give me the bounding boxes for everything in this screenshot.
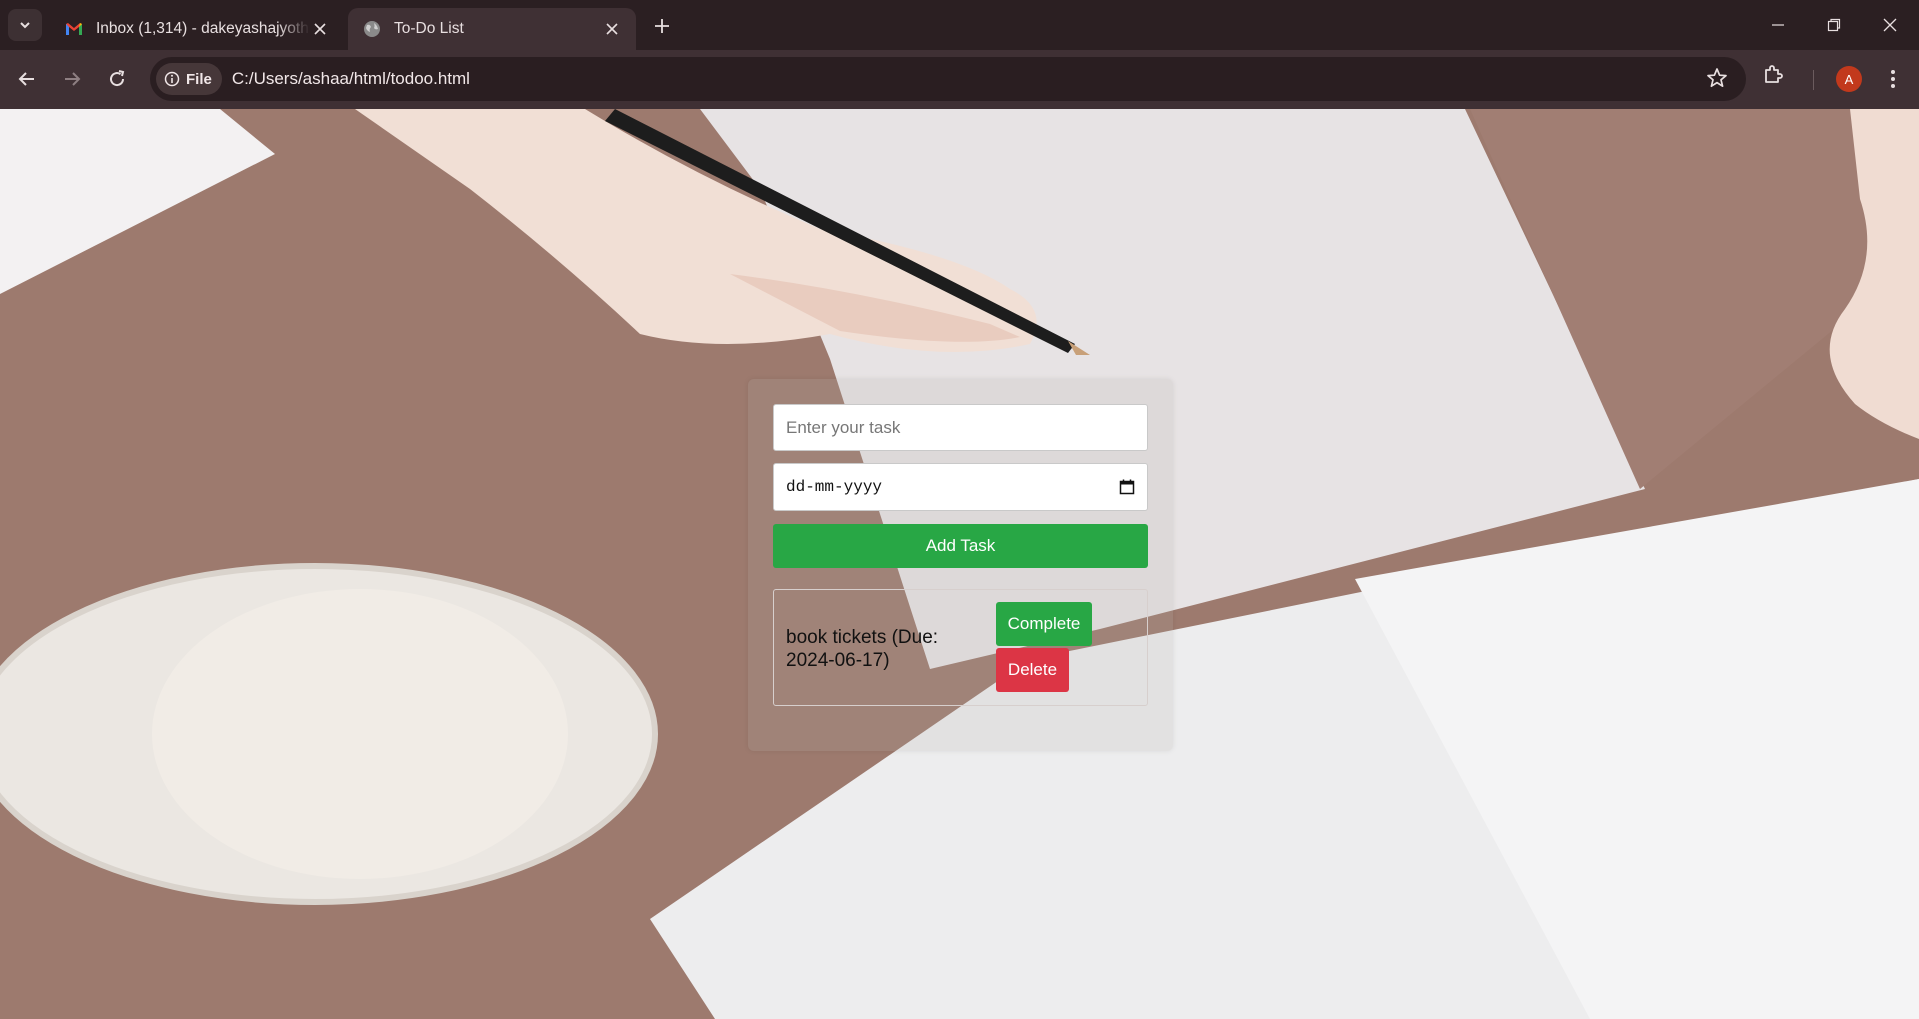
page-viewport: dd-mm-yyyy Add Task book tickets (Due: 2… (0, 109, 1919, 1019)
complete-button[interactable]: Complete (996, 602, 1092, 646)
globe-icon (362, 19, 382, 39)
window-close-button[interactable] (1862, 0, 1918, 50)
forward-button[interactable] (55, 62, 89, 96)
tab-gmail-inbox[interactable]: Inbox (1,314) - dakeyashajyothi... (50, 8, 344, 50)
new-tab-button[interactable] (648, 12, 676, 40)
extensions-puzzle-icon[interactable] (1762, 62, 1786, 91)
site-info-chip[interactable]: File (156, 63, 222, 95)
add-task-button[interactable]: Add Task (773, 524, 1148, 568)
task-text: book tickets (Due: 2024-06-17) (786, 627, 939, 671)
close-icon (1883, 18, 1897, 32)
tab-todo-list[interactable]: To-Do List (348, 8, 636, 50)
tab-title: To-Do List (394, 20, 464, 37)
delete-button[interactable]: Delete (996, 648, 1069, 692)
url-text[interactable]: C:/Users/ashaa/html/todoo.html (232, 69, 470, 89)
plus-icon (655, 19, 669, 33)
scheme-label: File (186, 70, 212, 88)
back-button[interactable] (10, 62, 44, 96)
kebab-menu-icon[interactable] (1880, 66, 1906, 92)
calendar-icon[interactable] (1119, 479, 1135, 495)
browser-toolbar: File C:/Users/ashaa/html/todoo.html A (0, 50, 1919, 109)
tab-title: Inbox (1,314) - dakeyashajyothi... (96, 20, 310, 37)
reload-icon (110, 70, 125, 87)
close-icon[interactable] (602, 19, 622, 39)
arrow-left-icon (18, 72, 34, 86)
date-placeholder: dd-mm-yyyy (786, 478, 883, 496)
task-list-item: book tickets (Due: 2024-06-17) Complete … (773, 589, 1148, 706)
close-icon[interactable] (310, 19, 330, 39)
restore-icon (1827, 18, 1841, 32)
tab-search-button[interactable] (8, 9, 42, 41)
tab-strip: Inbox (1,314) - dakeyashajyothi... To-Do… (0, 0, 1919, 50)
address-bar[interactable]: File C:/Users/ashaa/html/todoo.html (150, 57, 1746, 101)
toolbar-divider (1813, 70, 1814, 90)
bookmark-star-icon[interactable] (1706, 67, 1728, 94)
minimize-button[interactable] (1750, 0, 1806, 50)
due-date-input[interactable]: dd-mm-yyyy (773, 463, 1148, 511)
arrow-right-icon (65, 72, 81, 86)
minimize-icon (1772, 24, 1784, 26)
info-icon (164, 71, 180, 87)
task-input[interactable] (773, 404, 1148, 451)
reload-button[interactable] (100, 62, 134, 96)
restore-button[interactable] (1806, 0, 1862, 50)
chevron-down-icon (20, 22, 30, 29)
gmail-icon (64, 19, 84, 39)
profile-avatar[interactable]: A (1836, 66, 1862, 92)
todo-container: dd-mm-yyyy Add Task book tickets (Due: 2… (748, 379, 1173, 751)
